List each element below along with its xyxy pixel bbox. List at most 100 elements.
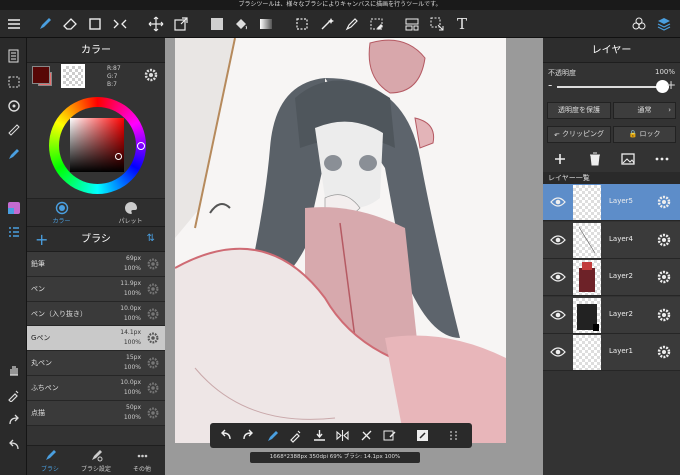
visibility-eye-icon[interactable] (550, 195, 566, 209)
grip-icon[interactable] (446, 428, 461, 443)
clipping-button[interactable]: ⬐ クリッピング (547, 126, 611, 143)
main-color-swatch[interactable] (32, 66, 50, 84)
tab-brush-settings[interactable]: ブラシ設定 (73, 449, 119, 473)
visibility-eye-icon[interactable] (550, 233, 566, 247)
snap-off-icon[interactable] (359, 428, 374, 443)
color-settings-gear-icon[interactable] (143, 67, 159, 83)
undo-icon[interactable] (218, 428, 233, 443)
layer-name: Layer1 (609, 347, 633, 356)
move-icon[interactable] (146, 14, 166, 34)
gradient-icon[interactable] (256, 14, 276, 34)
brush-item[interactable]: 点描 50px 100% (27, 400, 165, 426)
layer-thumbnail (573, 185, 601, 220)
brush-list-icon[interactable] (4, 222, 23, 241)
layer-settings-gear-icon[interactable] (656, 194, 672, 210)
visibility-eye-icon[interactable] (550, 308, 566, 322)
opacity-minus[interactable]: - (548, 78, 552, 92)
layer-stack-icon[interactable] (654, 14, 674, 34)
brush-gear-icon[interactable] (146, 356, 160, 370)
brush-name: ペン（入り抜き） (31, 309, 87, 318)
tab-color[interactable]: カラー (27, 201, 96, 225)
eraser-icon[interactable] (60, 14, 80, 34)
text-icon[interactable]: T (452, 14, 472, 34)
magic-wand-icon[interactable] (317, 14, 337, 34)
protect-alpha-button[interactable]: 透明度を保護 (547, 102, 611, 119)
brush-item[interactable]: ふちペン 10.0px 100% (27, 375, 165, 401)
pen-pressure-icon[interactable] (415, 428, 430, 443)
layer-row[interactable]: Layer2 (543, 259, 680, 297)
layer-row[interactable]: Layer4 (543, 221, 680, 259)
transform-icon[interactable] (110, 14, 130, 34)
brush-item[interactable]: 丸ペン 15px 100% (27, 351, 165, 376)
brush-icon[interactable] (35, 14, 55, 34)
rotate-icon[interactable] (4, 96, 23, 115)
select-rect-icon[interactable] (292, 14, 312, 34)
pen-side-icon[interactable] (4, 144, 23, 163)
tab-brush[interactable]: ブラシ (27, 449, 73, 473)
lock-label: ロック (639, 130, 661, 138)
edit-icon[interactable] (382, 428, 397, 443)
import-icon[interactable] (312, 428, 327, 443)
brush-gear-icon[interactable] (146, 282, 160, 296)
gallery-icon[interactable] (4, 46, 23, 65)
brush-item[interactable]: 鉛筆 69px 100% (27, 252, 165, 277)
select-move-icon[interactable] (427, 14, 447, 34)
brush-item[interactable]: Gペン 14.1px 100% (27, 326, 165, 352)
visibility-eye-icon[interactable] (550, 345, 566, 359)
redo-side-icon[interactable] (4, 410, 23, 429)
brush-opacity: 100% (123, 388, 141, 396)
ruler-side-icon[interactable] (4, 120, 23, 139)
fill-color-icon[interactable] (207, 14, 227, 34)
tab-other[interactable]: その他 (119, 449, 165, 473)
image-layer-icon[interactable] (620, 151, 636, 167)
material-icon[interactable] (629, 14, 649, 34)
layer-settings-gear-icon[interactable] (656, 307, 672, 323)
more-menu-icon[interactable] (654, 151, 670, 167)
blend-mode-button[interactable]: 通常 › (613, 102, 676, 119)
eyedropper-icon[interactable] (4, 385, 23, 404)
sv-knob[interactable] (115, 153, 122, 160)
layer-settings-gear-icon[interactable] (656, 269, 672, 285)
brush-snap-icon[interactable] (265, 428, 280, 443)
menu-icon[interactable] (4, 14, 24, 34)
undo-side-icon[interactable] (4, 435, 23, 454)
rect-icon[interactable] (85, 14, 105, 34)
brush-size: 11.9px (120, 279, 141, 287)
brush-item[interactable]: ペン（入り抜き） 10.0px 100% (27, 301, 165, 327)
brush-gear-icon[interactable] (146, 257, 160, 271)
drawing-canvas[interactable] (175, 38, 506, 443)
layer-settings-gear-icon[interactable] (656, 232, 672, 248)
lock-button[interactable]: 🔒 ロック (613, 126, 676, 143)
layer-row[interactable]: Layer2 (543, 296, 680, 334)
layer-row[interactable]: Layer5 (543, 184, 680, 221)
brush-gear-icon[interactable] (146, 307, 160, 321)
resize-icon[interactable] (171, 14, 191, 34)
brush-gear-icon[interactable] (146, 331, 160, 345)
opacity-plus[interactable]: + (666, 78, 676, 92)
delete-layer-icon[interactable] (587, 151, 603, 167)
saturation-value-square[interactable] (70, 118, 124, 172)
layer-list-title: レイヤー一覧 (543, 172, 680, 184)
color-swatch-icon[interactable] (4, 198, 23, 217)
redo-icon[interactable] (241, 428, 256, 443)
brush-gear-icon[interactable] (146, 406, 160, 420)
flip-icon[interactable] (335, 428, 350, 443)
hue-knob[interactable] (137, 142, 145, 150)
layer-row[interactable]: Layer1 (543, 334, 680, 372)
add-layer-icon[interactable] (552, 151, 568, 167)
transparent-swatch[interactable] (61, 64, 85, 88)
visibility-eye-icon[interactable] (550, 270, 566, 284)
layer-settings-gear-icon[interactable] (656, 344, 672, 360)
eyedropper-bottom-icon[interactable] (288, 428, 303, 443)
select-eraser-icon[interactable] (367, 14, 387, 34)
select-pen-icon[interactable] (342, 14, 362, 34)
opacity-slider-track[interactable] (557, 86, 669, 88)
tab-palette[interactable]: パレット (96, 201, 165, 225)
select-dotted-icon[interactable] (4, 72, 23, 91)
brush-item[interactable]: ペン 11.9px 100% (27, 276, 165, 302)
brush-gear-icon[interactable] (146, 381, 160, 395)
hand-icon[interactable] (4, 360, 23, 379)
bucket-icon[interactable] (231, 14, 251, 34)
ruler-icon[interactable] (402, 14, 422, 34)
sort-brush-icon[interactable]: ⇅ (147, 233, 155, 244)
